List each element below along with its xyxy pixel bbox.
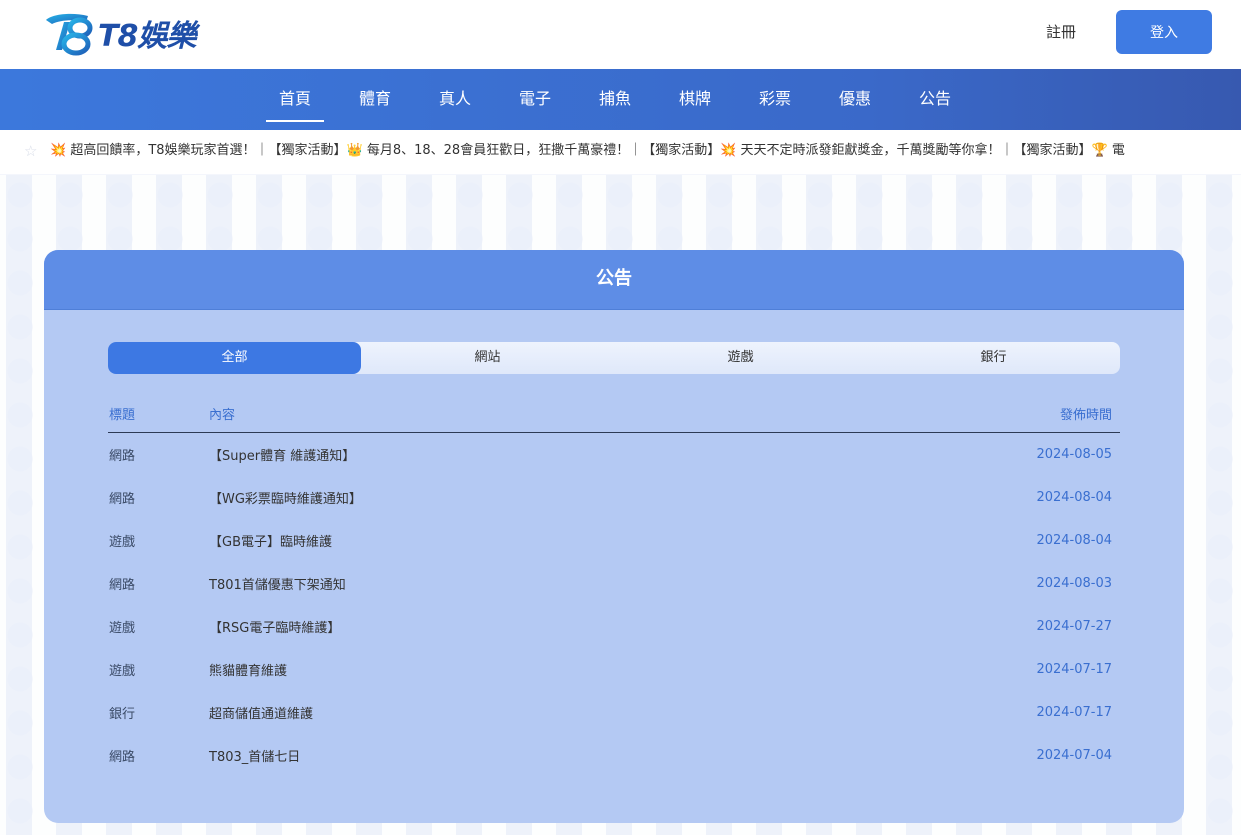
nav-items: 首頁 體育 真人 電子 捕魚 棋牌 彩票 優惠 公告 (255, 69, 975, 130)
row-date: 2024-07-17 (1036, 662, 1112, 677)
table-row[interactable]: 網路 【WG彩票臨時維護通知】 2024-08-04 (108, 476, 1120, 519)
row-date: 2024-08-05 (1036, 447, 1112, 462)
row-content[interactable]: 【RSG電子臨時維護】 (209, 617, 940, 636)
tab-website[interactable]: 網站 (361, 342, 614, 374)
row-date: 2024-08-04 (1036, 533, 1112, 548)
table-header: 標題 內容 發佈時間 (108, 395, 1120, 433)
table-row[interactable]: 遊戲 熊貓體育維護 2024-07-17 (108, 648, 1120, 691)
row-content[interactable]: 【Super體育 維護通知】 (209, 445, 940, 464)
nav-item-lottery[interactable]: 彩票 (735, 69, 815, 130)
nav-item-home[interactable]: 首頁 (255, 69, 335, 130)
category-tabs: 全部 網站 遊戲 銀行 (108, 342, 1120, 374)
top-header: T8娛樂 註冊 登入 (0, 0, 1241, 69)
announcement-marquee: ☆ 💥 超高回饋率，T8娛樂玩家首選！｜【獨家活動】👑 每月8、18、28會員狂… (0, 130, 1241, 174)
row-category: 網路 (109, 750, 136, 765)
row-content[interactable]: 【WG彩票臨時維護通知】 (209, 488, 940, 507)
tab-all[interactable]: 全部 (108, 342, 361, 374)
tab-bank[interactable]: 銀行 (867, 342, 1120, 374)
row-date: 2024-07-27 (1036, 619, 1112, 634)
table-row[interactable]: 網路 T801首儲優惠下架通知 2024-08-03 (108, 562, 1120, 605)
panel-title: 公告 (44, 250, 1184, 310)
logo-text: T8娛樂 (98, 19, 196, 54)
tab-games[interactable]: 遊戲 (614, 342, 867, 374)
register-link[interactable]: 註冊 (1030, 18, 1092, 46)
marquee-text[interactable]: 💥 超高回饋率，T8娛樂玩家首選！｜【獨家活動】👑 每月8、18、28會員狂歡日… (50, 130, 1205, 174)
star-icon: ☆ (24, 142, 38, 160)
nav-item-fishing[interactable]: 捕魚 (575, 69, 655, 130)
table-row[interactable]: 銀行 超商儲值通道維護 2024-07-17 (108, 691, 1120, 734)
logo-icon (46, 13, 93, 56)
nav-item-live[interactable]: 真人 (415, 69, 495, 130)
table-row[interactable]: 遊戲 【GB電子】臨時維護 2024-08-04 (108, 519, 1120, 562)
nav-item-announcements[interactable]: 公告 (895, 69, 975, 130)
row-content[interactable]: T801首儲優惠下架通知 (209, 574, 940, 593)
row-content[interactable]: 【GB電子】臨時維護 (209, 531, 940, 550)
row-content[interactable]: 超商儲值通道維護 (209, 703, 940, 722)
row-category: 遊戲 (109, 664, 136, 679)
table-row[interactable]: 網路 T803_首儲七日 2024-07-04 (108, 734, 1120, 777)
row-date: 2024-08-04 (1036, 490, 1112, 505)
row-date: 2024-08-03 (1036, 576, 1112, 591)
row-content[interactable]: 熊貓體育維護 (209, 660, 940, 679)
main-nav: 首頁 體育 真人 電子 捕魚 棋牌 彩票 優惠 公告 (0, 69, 1241, 130)
nav-item-slots[interactable]: 電子 (495, 69, 575, 130)
row-date: 2024-07-04 (1036, 748, 1112, 763)
nav-item-sports[interactable]: 體育 (335, 69, 415, 130)
nav-item-cards[interactable]: 棋牌 (655, 69, 735, 130)
nav-item-promotions[interactable]: 優惠 (815, 69, 895, 130)
row-category: 銀行 (109, 707, 136, 722)
announcement-table: 標題 內容 發佈時間 網路 【Super體育 維護通知】 2024-08-05 … (108, 395, 1120, 777)
row-category: 網路 (109, 578, 136, 593)
login-button[interactable]: 登入 (1116, 10, 1212, 54)
column-header-date: 發佈時間 (1059, 408, 1112, 423)
brand-logo[interactable]: T8娛樂 (42, 10, 222, 56)
table-row[interactable]: 遊戲 【RSG電子臨時維護】 2024-07-27 (108, 605, 1120, 648)
row-category: 遊戲 (109, 621, 136, 636)
column-header-category: 標題 (109, 408, 136, 423)
row-date: 2024-07-17 (1036, 705, 1112, 720)
table-row[interactable]: 網路 【Super體育 維護通知】 2024-08-05 (108, 433, 1120, 476)
announcement-panel: 公告 全部 網站 遊戲 銀行 標題 內容 發佈時間 網路 【Super體育 維護… (44, 250, 1184, 823)
row-category: 網路 (109, 492, 136, 507)
row-category: 網路 (109, 449, 136, 464)
row-content[interactable]: T803_首儲七日 (209, 746, 940, 765)
column-header-content: 內容 (209, 408, 236, 423)
row-category: 遊戲 (109, 535, 136, 550)
